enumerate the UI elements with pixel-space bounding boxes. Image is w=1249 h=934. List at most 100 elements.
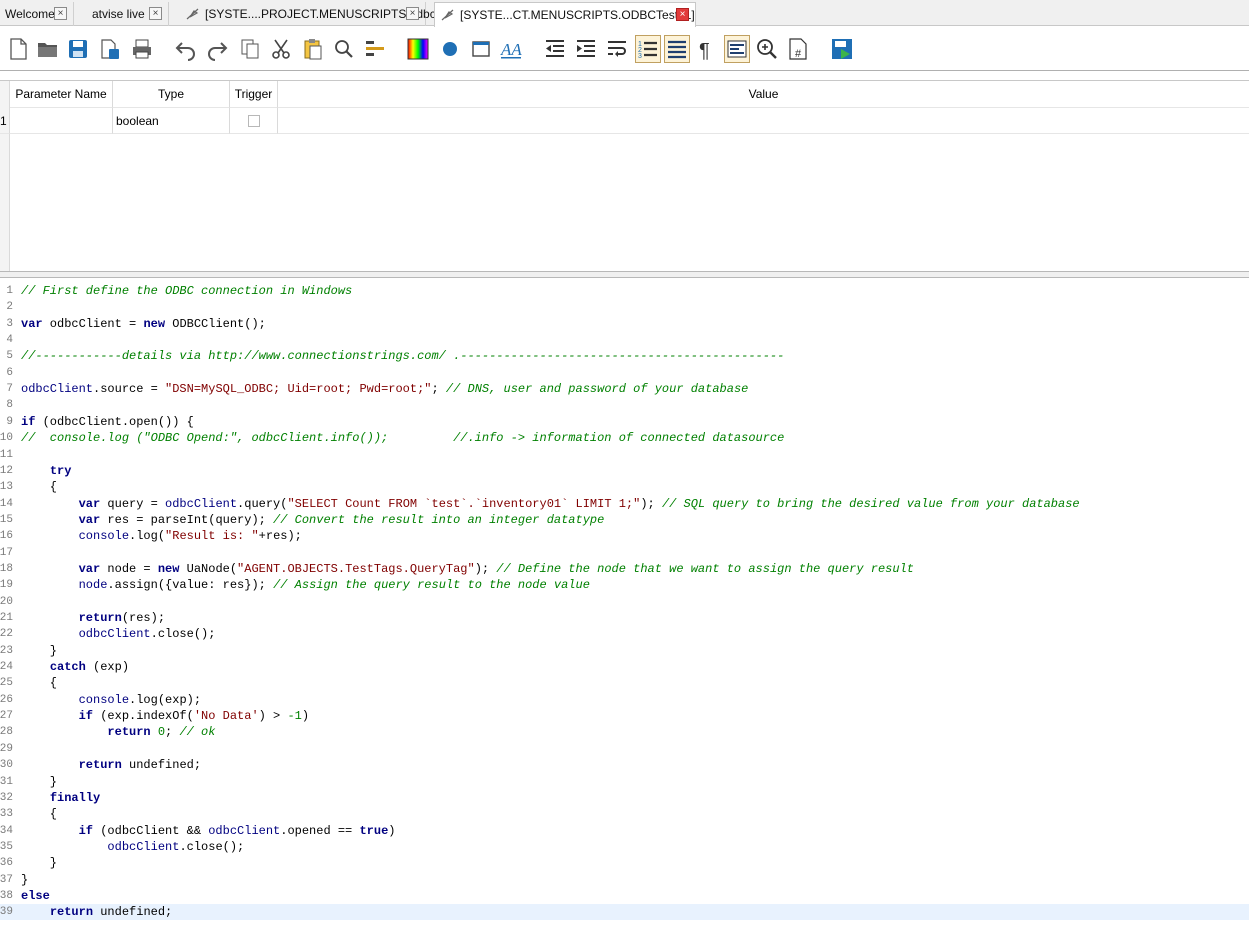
code-line[interactable]: 13 {	[0, 479, 1249, 495]
panel-splitter[interactable]	[0, 271, 1249, 278]
tab-odbctest01[interactable]: [SYSTE...CT.MENUSCRIPTS.ODBCTest01] ×	[434, 2, 696, 27]
line-number: 34	[0, 824, 13, 837]
code-line[interactable]: 10 // console.log ("ODBC Opend:", odbcCli…	[0, 430, 1249, 446]
code-text: console.log("Result is: "+res);	[78, 529, 302, 544]
code-line[interactable]: 17	[0, 545, 1249, 561]
code-line[interactable]: 24 catch (exp)	[0, 659, 1249, 675]
code-line[interactable]: 1 // First define the ODBC connection in …	[0, 283, 1249, 299]
code-line[interactable]: 22 odbcClient.close();	[0, 626, 1249, 642]
code-line[interactable]: 4	[0, 332, 1249, 348]
script-settings-icon[interactable]: #	[785, 35, 811, 63]
close-icon[interactable]: ×	[676, 8, 689, 21]
code-text: var query = odbcClient.query("SELECT Cou…	[78, 496, 1080, 511]
code-text: return undefined;	[49, 905, 173, 920]
code-line[interactable]: 27 if (exp.indexOf('No Data') > -1)	[0, 708, 1249, 724]
zoom-icon[interactable]	[754, 35, 780, 63]
color-palette-icon[interactable]	[405, 35, 431, 63]
code-line[interactable]: 8	[0, 397, 1249, 413]
close-icon[interactable]: ×	[149, 7, 162, 20]
open-folder-icon[interactable]	[35, 35, 61, 63]
code-line[interactable]: 32 finally	[0, 790, 1249, 806]
line-number: 29	[0, 742, 13, 755]
code-line[interactable]: 3 var odbcClient = new ODBCClient();	[0, 316, 1249, 332]
column-header-type[interactable]: Type	[113, 81, 230, 108]
column-header-parameter-name[interactable]: Parameter Name	[10, 81, 113, 108]
new-document-icon[interactable]	[5, 35, 31, 63]
redo-icon[interactable]	[204, 35, 230, 63]
code-line[interactable]: 7 odbcClient.source = "DSN=MySQL_ODBC; Ui…	[0, 381, 1249, 397]
code-line[interactable]: 34 if (odbcClient && odbcClient.opened =…	[0, 823, 1249, 839]
copy-icon[interactable]	[237, 35, 263, 63]
code-line[interactable]: 11	[0, 447, 1249, 463]
line-list-icon[interactable]	[664, 35, 690, 63]
code-line[interactable]: 33 {	[0, 806, 1249, 822]
code-text: if (exp.indexOf('No Data') > -1)	[78, 709, 310, 724]
paste-icon[interactable]	[300, 35, 326, 63]
code-line[interactable]: 30 return undefined;	[0, 757, 1249, 773]
line-number: 11	[0, 448, 13, 461]
code-line[interactable]: 36 }	[0, 855, 1249, 871]
code-editor[interactable]: 1 // First define the ODBC connection in …	[0, 280, 1249, 934]
close-icon[interactable]: ×	[54, 7, 67, 20]
code-line[interactable]: 39 return undefined;	[0, 904, 1249, 921]
line-number: 27	[0, 710, 13, 723]
code-line[interactable]: 18 var node = new UaNode("AGENT.OBJECTS.…	[0, 561, 1249, 577]
code-text: odbcClient.close();	[78, 627, 216, 642]
column-header-value[interactable]: Value	[278, 81, 1249, 108]
trigger-checkbox[interactable]	[247, 114, 260, 127]
code-line[interactable]: 14 var query = odbcClient.query("SELECT …	[0, 496, 1249, 512]
code-line[interactable]: 6	[0, 365, 1249, 381]
tab-atvise-live[interactable]: atvise live ×	[87, 2, 169, 26]
code-line[interactable]: 5 //------------details via http://www.co…	[0, 348, 1249, 364]
line-number: 36	[0, 857, 13, 870]
code-line[interactable]: 31 }	[0, 774, 1249, 790]
code-line[interactable]: 12 try	[0, 463, 1249, 479]
code-line[interactable]: 15 var res = parseInt(query); // Convert…	[0, 512, 1249, 528]
close-icon[interactable]: ×	[406, 7, 419, 20]
save-icon[interactable]	[65, 35, 91, 63]
tab-odbc-script[interactable]: [SYSTE....PROJECT.MENUSCRIPTS.odbc] ×	[180, 2, 439, 26]
code-line[interactable]: 21 return(res);	[0, 610, 1249, 626]
indent-increase-icon[interactable]	[573, 35, 599, 63]
line-number: 6	[6, 366, 13, 379]
line-number: 14	[0, 497, 13, 510]
code-line[interactable]: 37}	[0, 872, 1249, 888]
save-all-icon[interactable]	[97, 35, 123, 63]
code-line[interactable]: 20	[0, 594, 1249, 610]
word-wrap-icon[interactable]	[604, 35, 630, 63]
code-line[interactable]: 35 odbcClient.close();	[0, 839, 1249, 855]
line-number: 21	[0, 612, 13, 624]
circle-icon[interactable]	[437, 35, 463, 63]
numbered-list-icon[interactable]: 123	[635, 35, 661, 63]
window-icon[interactable]	[468, 35, 494, 63]
parameter-value-cell[interactable]	[278, 108, 1249, 134]
font-icon[interactable]: AA	[498, 35, 524, 63]
code-line[interactable]: 26 console.log(exp);	[0, 692, 1249, 708]
code-text: {	[21, 480, 58, 495]
column-header-trigger[interactable]: Trigger	[230, 81, 278, 108]
code-line[interactable]: 29	[0, 741, 1249, 757]
code-line[interactable]: 19 node.assign({value: res}); // Assign …	[0, 577, 1249, 593]
tab-label: atvise live	[92, 7, 145, 21]
tab-welcome[interactable]: Welcome ×	[0, 2, 74, 26]
undo-icon[interactable]	[173, 35, 199, 63]
code-line[interactable]: 28 return 0; // ok	[0, 724, 1249, 740]
code-line[interactable]: 25 {	[0, 675, 1249, 691]
cut-icon[interactable]	[268, 35, 294, 63]
paragraph-mark-icon[interactable]: ¶	[694, 35, 720, 63]
indent-decrease-icon[interactable]	[542, 35, 568, 63]
toolbar: AA 123 ¶ #	[0, 27, 1249, 71]
view-toggle-icon[interactable]	[724, 35, 750, 63]
code-line[interactable]: 38 else	[0, 888, 1249, 904]
parameter-type-cell[interactable]: boolean	[113, 108, 230, 134]
run-script-icon[interactable]	[829, 35, 855, 63]
code-line[interactable]: 23 }	[0, 643, 1249, 659]
print-icon[interactable]	[129, 35, 155, 63]
find-icon[interactable]	[331, 35, 357, 63]
code-line[interactable]: 16 console.log("Result is: "+res);	[0, 528, 1249, 544]
parameter-name-cell[interactable]	[10, 108, 113, 134]
code-line[interactable]: 9 if (odbcClient.open()) {	[0, 414, 1249, 430]
code-text: odbcClient.source = "DSN=MySQL_ODBC; Uid…	[21, 382, 749, 397]
code-line[interactable]: 2	[0, 299, 1249, 315]
outline-icon[interactable]	[362, 35, 388, 63]
